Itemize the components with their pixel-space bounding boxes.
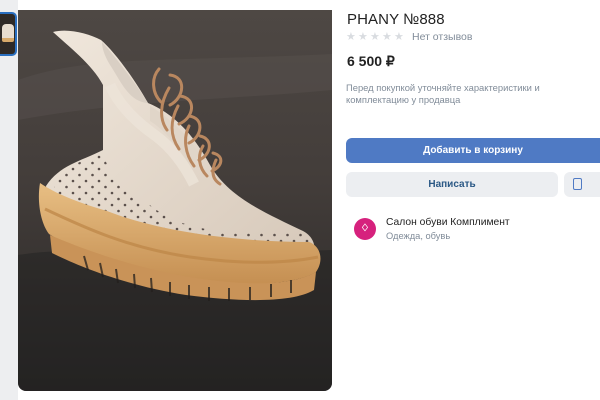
- bookmark-icon: [573, 178, 582, 190]
- purchase-notice: Перед покупкой уточняйте характеристики …: [346, 82, 540, 105]
- seller-category: Одежда, обувь: [386, 231, 451, 241]
- star-icon: ★: [382, 31, 392, 43]
- product-price: 6 500 ₽: [347, 53, 395, 69]
- bookmark-button[interactable]: [564, 172, 600, 197]
- seller-info[interactable]: ♢ Салон обуви Комплимент Одежда, обувь: [354, 216, 510, 242]
- star-icon: ★: [358, 31, 368, 43]
- product-title: PHANY №888: [347, 11, 445, 28]
- product-page: PHANY №888 ★ ★ ★ ★ ★ Нет отзывов 6 500 ₽…: [0, 0, 600, 400]
- product-photo[interactable]: [18, 10, 332, 391]
- add-to-cart-button[interactable]: Добавить в корзину: [346, 138, 600, 163]
- seller-name[interactable]: Салон обуви Комплимент: [386, 216, 510, 229]
- write-message-button[interactable]: Написать: [346, 172, 558, 197]
- shoe-photo-illustration: [18, 10, 332, 391]
- thumbnail-selected[interactable]: [0, 12, 17, 56]
- reviews-link[interactable]: Нет отзывов: [412, 31, 472, 43]
- seller-logo-icon[interactable]: ♢: [354, 218, 376, 240]
- shoe-thumbnail-sole: [2, 38, 14, 42]
- thumbnail-strip: [0, 10, 17, 400]
- star-icon: ★: [346, 31, 356, 43]
- seller-text: Салон обуви Комплимент Одежда, обувь: [386, 216, 510, 242]
- star-icon: ★: [394, 31, 404, 43]
- rating-row[interactable]: ★ ★ ★ ★ ★ Нет отзывов: [346, 31, 472, 43]
- star-icon: ★: [370, 31, 380, 43]
